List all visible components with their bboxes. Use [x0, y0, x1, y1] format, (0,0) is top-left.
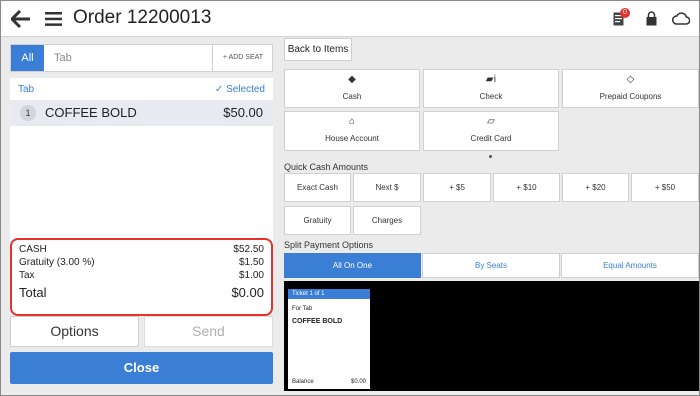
tax-label: Tax	[19, 270, 35, 281]
cash-button-label: Cash	[342, 92, 362, 101]
ticket-item-name: COFFEE BOLD	[292, 318, 343, 325]
cash-button[interactable]: ◆ Cash	[284, 69, 420, 108]
check-button[interactable]: ▰ⅰ Check	[423, 69, 559, 108]
app-window: Order 12200013 0 All + ADD SEAT Tab ✓ Se…	[0, 0, 700, 396]
cash-label: CASH	[19, 244, 47, 255]
plus-10-button[interactable]: + $10	[493, 173, 560, 202]
plus-50-button[interactable]: + $50	[631, 173, 699, 202]
total-value: $0.00	[231, 285, 264, 300]
page-title: Order 12200013	[73, 7, 212, 28]
selected-label: ✓ Selected	[214, 84, 265, 95]
total-label: Total	[19, 285, 47, 300]
gratuity-button[interactable]: Gratuity	[284, 206, 351, 235]
ticket-balance-value: $0.00	[350, 379, 366, 385]
options-button[interactable]: Options	[10, 316, 139, 347]
cloud-icon[interactable]	[672, 12, 690, 25]
item-price: $50.00	[223, 105, 263, 120]
home-icon: ⌂	[348, 116, 356, 127]
gratuity-value: $1.50	[238, 257, 264, 268]
all-on-one-button[interactable]: All On One	[284, 253, 421, 278]
gratuity-row: Gratuity (3.00 %) $1.50	[19, 257, 264, 269]
add-seat-button[interactable]: + ADD SEAT	[212, 45, 273, 71]
prepaid-coupons-label: Prepaid Coupons	[599, 92, 662, 101]
cash-value: $52.50	[233, 244, 264, 255]
tab-label: Tab	[18, 84, 35, 95]
ticket-for-label: For Tab	[292, 306, 313, 312]
credit-card-label: Credit Card	[470, 134, 512, 143]
list-item[interactable]: 1 COFFEE BOLD $50.00	[10, 100, 273, 126]
ticket-area: Ticket 1 of 1 For Tab COFFEE BOLD Balanc…	[284, 281, 699, 391]
tax-row: Tax $1.00	[19, 270, 264, 282]
lock-icon[interactable]	[646, 11, 657, 26]
credit-card-icon: ▱	[487, 116, 495, 127]
totals-summary: CASH $52.50 Gratuity (3.00 %) $1.50 Tax …	[10, 238, 273, 316]
back-to-items-button[interactable]: Back to Items	[284, 38, 352, 61]
quick-cash-heading: Quick Cash Amounts	[284, 162, 369, 172]
ticket-balance-label: Balance	[292, 379, 314, 385]
charges-button[interactable]: Charges	[353, 206, 421, 235]
tax-value: $1.00	[238, 270, 264, 281]
tab-all[interactable]: All	[11, 45, 44, 71]
plus-5-button[interactable]: + $5	[423, 173, 491, 202]
ticket-balance-row: Balance $0.00	[292, 379, 366, 385]
item-name: COFFEE BOLD	[45, 105, 137, 120]
credit-card-button[interactable]: ▱ Credit Card	[423, 111, 559, 151]
seat-number: 1	[20, 105, 36, 121]
total-row: Total $0.00	[19, 285, 264, 305]
tab-search-input[interactable]	[44, 45, 212, 71]
check-icon: ▰ⅰ	[485, 74, 497, 85]
cash-row: CASH $52.50	[19, 244, 264, 256]
send-button[interactable]: Send	[144, 316, 273, 347]
top-bar: Order 12200013 0	[1, 1, 699, 37]
gratuity-label: Gratuity (3.00 %)	[19, 257, 95, 268]
tab-header-row[interactable]: Tab ✓ Selected	[18, 84, 265, 98]
coupon-icon: ◇	[626, 74, 635, 85]
split-payment-heading: Split Payment Options	[284, 240, 374, 250]
exact-cash-button[interactable]: Exact Cash	[284, 173, 351, 202]
next-dollar-button[interactable]: Next $	[353, 173, 421, 202]
check-button-label: Check	[479, 92, 503, 101]
cash-icon: ◆	[348, 74, 356, 85]
tab-bar: All + ADD SEAT	[10, 44, 273, 72]
by-seats-button[interactable]: By Seats	[422, 253, 560, 278]
page-indicator-dot[interactable]	[489, 155, 492, 158]
equal-amounts-button[interactable]: Equal Amounts	[561, 253, 699, 278]
ticket-header: Ticket 1 of 1	[288, 289, 370, 299]
prepaid-coupons-button[interactable]: ◇ Prepaid Coupons	[562, 69, 699, 108]
plus-20-button[interactable]: + $20	[562, 173, 629, 202]
ticket-card[interactable]: Ticket 1 of 1 For Tab COFFEE BOLD Balanc…	[288, 289, 370, 389]
menu-icon[interactable]	[45, 12, 62, 26]
close-button[interactable]: Close	[10, 352, 273, 384]
house-account-label: House Account	[325, 134, 379, 143]
notification-badge: 0	[620, 8, 630, 18]
house-account-button[interactable]: ⌂ House Account	[284, 111, 420, 151]
back-arrow-icon[interactable]	[11, 10, 31, 28]
